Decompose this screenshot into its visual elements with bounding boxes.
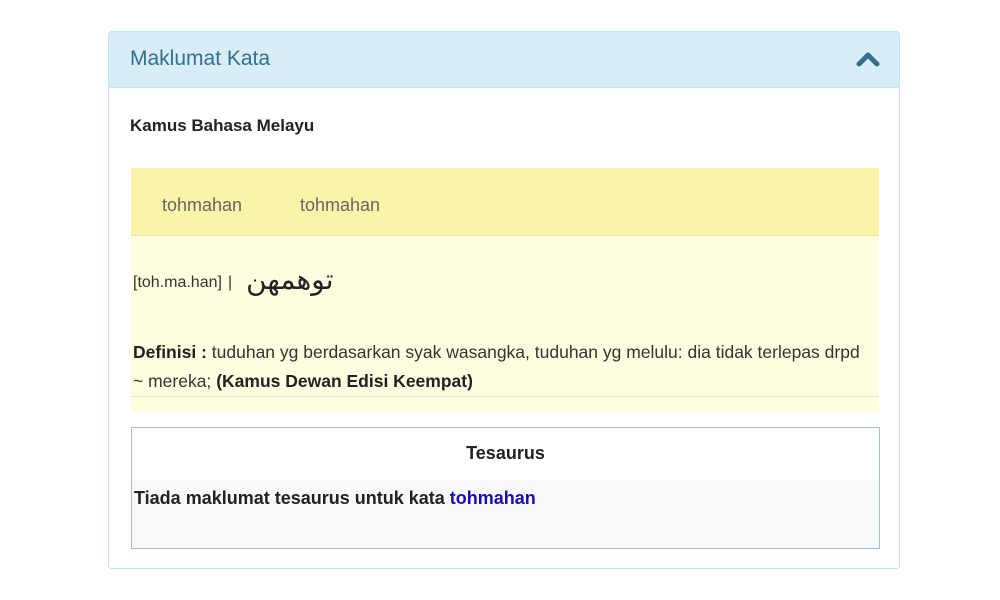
thesaurus-message-text: Tiada maklumat tesaurus untuk kata (134, 488, 445, 508)
definition: Definisi : tuduhan yg berdasarkan syak w… (133, 338, 873, 396)
thesaurus-body: Tiada maklumat tesaurus untuk kata tohma… (132, 480, 879, 548)
tab-entry-1[interactable]: tohmahan (162, 195, 242, 216)
pronunciation: [toh.ma.han] (133, 273, 222, 291)
separator: | (227, 273, 233, 291)
panel-title: Maklumat Kata (130, 47, 271, 70)
panel-heading: Maklumat Kata (109, 32, 899, 88)
tab-entry-2[interactable]: tohmahan (300, 195, 380, 216)
chevron-up-icon[interactable] (855, 48, 881, 70)
result-tab-bar: tohmahan tohmahan (131, 168, 879, 236)
thesaurus-message: Tiada maklumat tesaurus untuk kata tohma… (134, 488, 536, 509)
definition-source: (Kamus Dewan Edisi Keempat) (216, 371, 473, 391)
thesaurus-word-link[interactable]: tohmahan (450, 488, 536, 508)
thesaurus-box: Tesaurus Tiada maklumat tesaurus untuk k… (131, 427, 880, 549)
jawi-spelling: توهمهن (246, 263, 334, 296)
dictionary-title: Kamus Bahasa Melayu (130, 116, 315, 135)
divider (131, 396, 879, 397)
word-info-panel: Maklumat Kata Kamus Bahasa Melayu tohmah… (108, 31, 900, 569)
dictionary-result: tohmahan tohmahan [toh.ma.han] | توهمهن … (131, 168, 879, 412)
thesaurus-title: Tesaurus (466, 443, 545, 463)
definition-label: Definisi : (133, 342, 207, 362)
pronunciation-line: [toh.ma.han] | توهمهن (133, 263, 334, 299)
